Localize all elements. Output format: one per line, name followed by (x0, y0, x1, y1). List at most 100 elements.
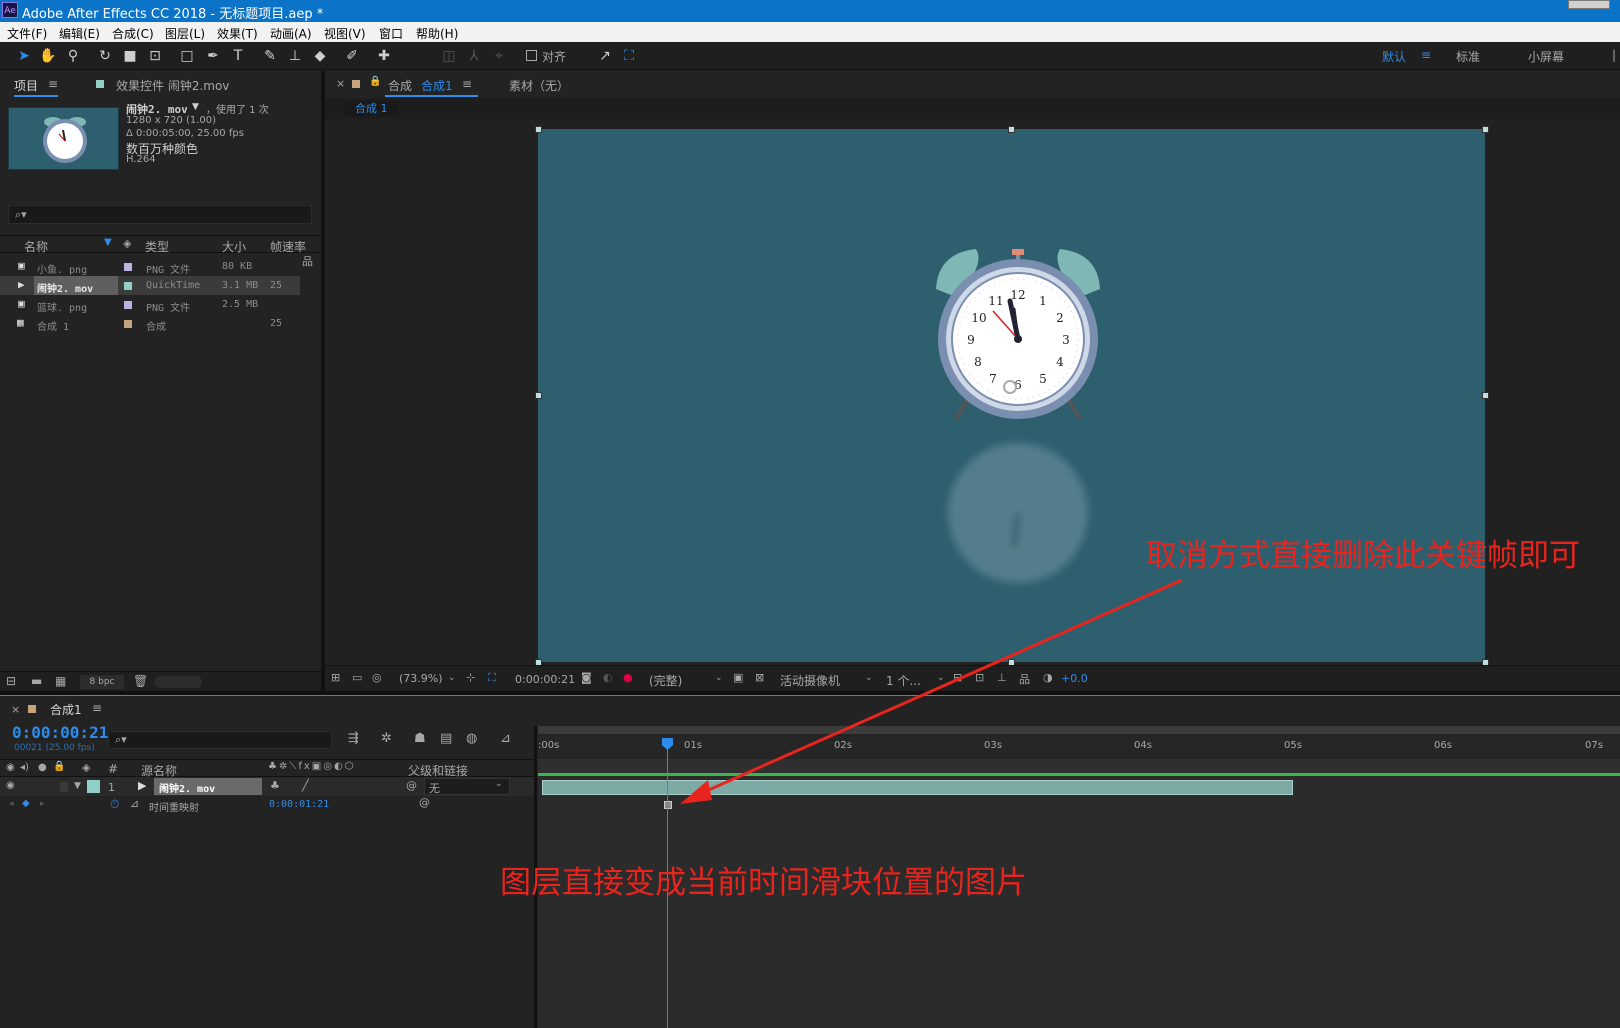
project-scrollbar[interactable] (154, 676, 202, 688)
resolution-dropdown[interactable]: (完整) (649, 672, 682, 689)
zoom-dropdown[interactable]: (73.9%) (399, 672, 443, 685)
effect-controls-tab[interactable]: 效果控件 闹钟2.mov (116, 77, 229, 94)
local-axis-icon[interactable]: ◫ (440, 47, 458, 65)
stopwatch-icon[interactable]: ⏱ (110, 797, 119, 812)
lock-icon[interactable]: 🔒 (53, 761, 65, 772)
motion-blur-icon[interactable]: ◍ (466, 731, 477, 746)
next-keyframe-icon[interactable]: ▸ (40, 799, 45, 809)
transform-handle[interactable] (1482, 126, 1489, 133)
comp-marker-bar[interactable] (538, 759, 1620, 773)
exposure-icon[interactable]: ◑ (1043, 671, 1053, 684)
bit-depth-button[interactable]: 8 bpc (80, 675, 124, 689)
menu-composition[interactable]: 合成(C) (112, 25, 154, 42)
property-row[interactable]: ◂ ◆ ▸ ⏱ ⊿ 时间重映射 0:00:01:21 @ (0, 796, 534, 814)
zoom-tool-icon[interactable]: ⚲ (64, 47, 82, 65)
graph-editor-icon[interactable]: ⊿ (500, 731, 511, 746)
channels-icon[interactable]: ● (623, 671, 633, 684)
transform-handle[interactable] (1008, 126, 1015, 133)
list-item[interactable]: ▦ 合成 1 合成 25 (0, 314, 320, 333)
show-snapshot-icon[interactable]: ◐ (603, 671, 613, 684)
new-composition-icon[interactable]: ▦ (55, 674, 66, 688)
keyframe-marker[interactable] (664, 801, 672, 809)
col-name[interactable]: 名称 (24, 238, 48, 255)
toggle-pixel-aspect-icon[interactable]: ⊟ (953, 671, 962, 684)
chevron-down-icon[interactable]: ⌄ (865, 673, 873, 683)
lock-toggle[interactable] (60, 782, 68, 792)
lock-icon[interactable]: 🔒 (369, 76, 381, 87)
timecode[interactable]: 0:00:00:21 (12, 723, 108, 742)
sort-chevron-down-icon[interactable]: ▼ (104, 237, 112, 248)
workspace-menu-icon[interactable]: ≡ (1421, 48, 1431, 62)
menu-edit[interactable]: 编辑(E) (59, 25, 100, 42)
chevron-down-icon[interactable]: ⌄ (715, 673, 723, 683)
snap-checkbox[interactable] (526, 50, 537, 61)
new-folder-icon[interactable]: ▬ (31, 674, 42, 688)
label-tag-icon[interactable]: ◈ (123, 237, 131, 250)
work-area-bar[interactable] (538, 726, 1620, 734)
eye-icon[interactable]: ◉ (6, 780, 15, 791)
reset-exposure-icon[interactable]: ⊡ (975, 671, 984, 684)
switches-icon[interactable]: ♣✲⟍fx▣◎◐⬡ (268, 761, 355, 772)
audio-icon[interactable]: ◂) (20, 762, 29, 773)
timeline-track-area[interactable] (538, 776, 1620, 1028)
col-type[interactable]: 类型 (145, 238, 169, 255)
transform-handle[interactable] (535, 392, 542, 399)
menu-layer[interactable]: 图层(L) (165, 25, 205, 42)
prev-keyframe-icon[interactable]: ◂ (9, 799, 14, 809)
comp-viewer[interactable]: 12 1 2 3 4 5 6 7 8 9 10 11 (325, 119, 1620, 666)
col-size[interactable]: 大小 (222, 238, 246, 255)
close-icon[interactable]: × (11, 703, 20, 716)
list-item[interactable]: ▣ 篮球. png PNG 文件 2.5 MB (0, 295, 320, 314)
snap-options-icon[interactable]: ↗ (596, 47, 614, 65)
pen-tool-icon[interactable]: ✒ (204, 47, 222, 65)
workspace-standard[interactable]: 标准 (1456, 48, 1480, 65)
frame-blending-icon[interactable]: ▤ (440, 731, 452, 746)
col-fps[interactable]: 帧速率 (270, 238, 306, 255)
graph-icon[interactable]: ⊿ (130, 797, 139, 810)
menu-help[interactable]: 帮助(H) (416, 25, 458, 42)
puppet-pin-tool-icon[interactable]: ✚ (375, 47, 393, 65)
comp-canvas[interactable]: 12 1 2 3 4 5 6 7 8 9 10 11 (538, 129, 1485, 662)
transform-handle[interactable] (1482, 392, 1489, 399)
label-tag-icon[interactable]: ◈ (82, 761, 90, 774)
snapshot-camera-icon[interactable]: ◙ (581, 671, 592, 684)
parent-dropdown[interactable]: 无 ⌄ (424, 778, 510, 795)
chevron-down-icon[interactable]: ⌄ (448, 673, 456, 683)
project-tab[interactable]: 项目 (14, 77, 38, 94)
fast-previews-icon[interactable]: ▣ (733, 671, 743, 684)
exposure-value[interactable]: +0.0 (1061, 672, 1088, 685)
quality-switch-icon[interactable]: ╱ (302, 779, 309, 792)
composition-flowchart-icon[interactable]: ⇶ (348, 731, 359, 746)
shy-layers-icon[interactable]: ☗ (414, 731, 426, 746)
comp-tab-name[interactable]: 合成1 (421, 77, 453, 94)
monitor-icon[interactable]: ▭ (352, 671, 362, 684)
comp-tab-prefix[interactable]: 合成 (388, 77, 412, 94)
comp-tab-menu-icon[interactable]: ≡ (462, 77, 472, 91)
project-tab-menu-icon[interactable]: ≡ (48, 77, 58, 91)
pick-whip-icon[interactable]: @ (406, 779, 417, 792)
property-value[interactable]: 0:00:01:21 (269, 799, 329, 810)
type-tool-icon[interactable]: T (229, 47, 247, 65)
layer-duration-bar[interactable] (542, 780, 1293, 795)
trash-icon[interactable]: 🗑 (133, 674, 148, 688)
expand-triangle-icon[interactable]: ▼ (74, 781, 81, 791)
window-controls[interactable] (1568, 0, 1610, 9)
pan-behind-tool-icon[interactable]: ⊡ (146, 47, 164, 65)
menu-view[interactable]: 视图(V) (324, 25, 366, 42)
current-time[interactable]: 0:00:00:21 (515, 673, 575, 686)
footage-tab[interactable]: 素材（无） (509, 77, 569, 94)
timeline-tab-menu-icon[interactable]: ≡ (92, 701, 102, 715)
rectangle-tool-icon[interactable]: □ (178, 47, 196, 65)
workspace-overflow[interactable]: | (1612, 48, 1616, 62)
label-color-swatch[interactable] (87, 780, 100, 793)
brush-tool-icon[interactable]: ✎ (261, 47, 279, 65)
workspace-small-screen[interactable]: 小屏幕 (1528, 48, 1564, 65)
rotate-tool-icon[interactable]: ↻ (96, 47, 114, 65)
always-preview-icon[interactable]: ⊞ (331, 671, 340, 684)
clone-stamp-tool-icon[interactable]: ⊥ (286, 47, 304, 65)
hand-tool-icon[interactable]: ✋ (39, 47, 57, 65)
menu-window[interactable]: 窗口 (379, 25, 403, 42)
close-icon[interactable]: × (336, 77, 345, 90)
add-keyframe-icon[interactable]: ◆ (22, 798, 30, 809)
timeline-search-input[interactable]: ⌕▾ (108, 731, 332, 749)
